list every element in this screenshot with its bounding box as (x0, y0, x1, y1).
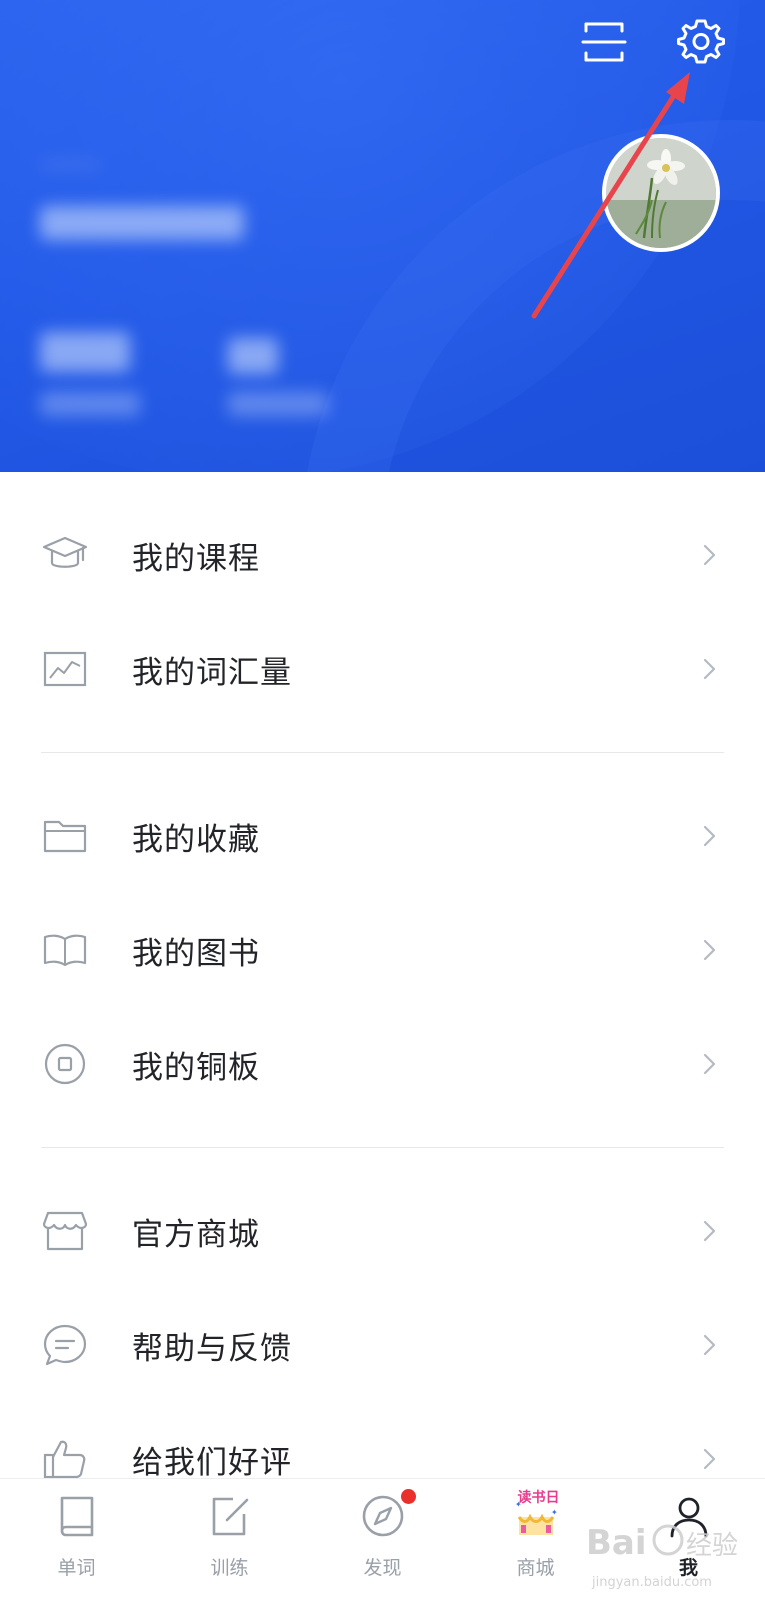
person-icon (666, 1493, 712, 1539)
menu-item-my-courses[interactable]: 我的课程 (0, 498, 765, 612)
chevron-right-icon (703, 1220, 716, 1242)
stat-label-blurred (228, 392, 328, 416)
settings-button[interactable] (676, 16, 726, 66)
svg-text:✦: ✦ (551, 1508, 558, 1517)
menu-label: 我的课程 (132, 540, 260, 577)
tab-training[interactable]: 训练 (153, 1479, 306, 1600)
notification-badge-dot (400, 1489, 416, 1504)
stat-label-blurred (40, 392, 140, 416)
scan-button[interactable] (580, 18, 628, 66)
reading-day-promo-text: 读书日 (517, 1490, 560, 1506)
menu-label: 我的铜板 (132, 1049, 260, 1086)
chevron-right-icon (703, 658, 716, 680)
edit-icon (207, 1493, 253, 1539)
chevron-right-icon (703, 939, 716, 961)
avatar-flower-photo (606, 138, 716, 248)
menu-list: 我的课程 我的词汇量 我的收藏 我的图书 我的铜板 官方商城 帮助与反馈 给我们… (0, 472, 765, 1516)
store-icon (42, 1208, 88, 1254)
menu-item-official-store[interactable]: 官方商城 (0, 1174, 765, 1288)
settings-gear-icon (677, 19, 725, 64)
chevron-right-icon (703, 1053, 716, 1075)
watermark-url: jingyan.baidu.com (592, 1575, 712, 1590)
tab-label: 发现 (363, 1557, 402, 1579)
chevron-right-icon (703, 825, 716, 847)
graduation-cap-icon (42, 532, 88, 578)
chart-icon (42, 646, 88, 692)
chat-bubble-icon (42, 1322, 88, 1368)
tab-label: 单词 (57, 1557, 96, 1579)
chevron-right-icon (703, 1334, 716, 1356)
user-name: ····· (40, 143, 101, 187)
menu-label: 我的词汇量 (132, 654, 292, 691)
profile-header: ····· (0, 0, 765, 472)
chevron-right-icon (703, 1448, 716, 1470)
tab-label: 训练 (210, 1557, 249, 1579)
avatar[interactable] (602, 134, 720, 252)
menu-label: 我的图书 (132, 935, 260, 972)
chevron-right-icon (703, 544, 716, 566)
coin-icon (42, 1041, 88, 1087)
menu-item-help-feedback[interactable]: 帮助与反馈 (0, 1288, 765, 1402)
open-book-icon (42, 927, 88, 973)
app-screen: ····· 我的课程 我的词汇量 我的收藏 我的图书 我的铜板 官方商城 帮助与… (0, 0, 765, 1600)
menu-item-my-favorites[interactable]: 我的收藏 (0, 779, 765, 893)
tab-words[interactable]: 单词 (0, 1479, 153, 1600)
menu-label: 帮助与反馈 (132, 1330, 292, 1367)
menu-item-my-coins[interactable]: 我的铜板 (0, 1007, 765, 1121)
folder-icon (42, 813, 88, 859)
menu-label: 给我们好评 (132, 1444, 292, 1481)
scan-icon (581, 22, 627, 62)
menu-item-my-books[interactable]: 我的图书 (0, 893, 765, 1007)
thumbs-up-icon (42, 1436, 88, 1482)
menu-label: 我的收藏 (132, 821, 260, 858)
stat-value-blurred (40, 332, 130, 372)
divider (41, 752, 724, 753)
menu-label: 官方商城 (132, 1216, 260, 1253)
divider (41, 1147, 724, 1148)
stat-value-blurred (228, 338, 278, 374)
menu-item-my-vocabulary[interactable]: 我的词汇量 (0, 612, 765, 726)
compass-icon (360, 1493, 406, 1539)
tab-store[interactable]: ✦ ✦ 读书日 商城 (459, 1479, 612, 1600)
book-icon (54, 1493, 100, 1539)
tab-discover[interactable]: 发现 (306, 1479, 459, 1600)
tab-label: 商城 (516, 1557, 555, 1579)
user-id-blurred (40, 206, 244, 240)
